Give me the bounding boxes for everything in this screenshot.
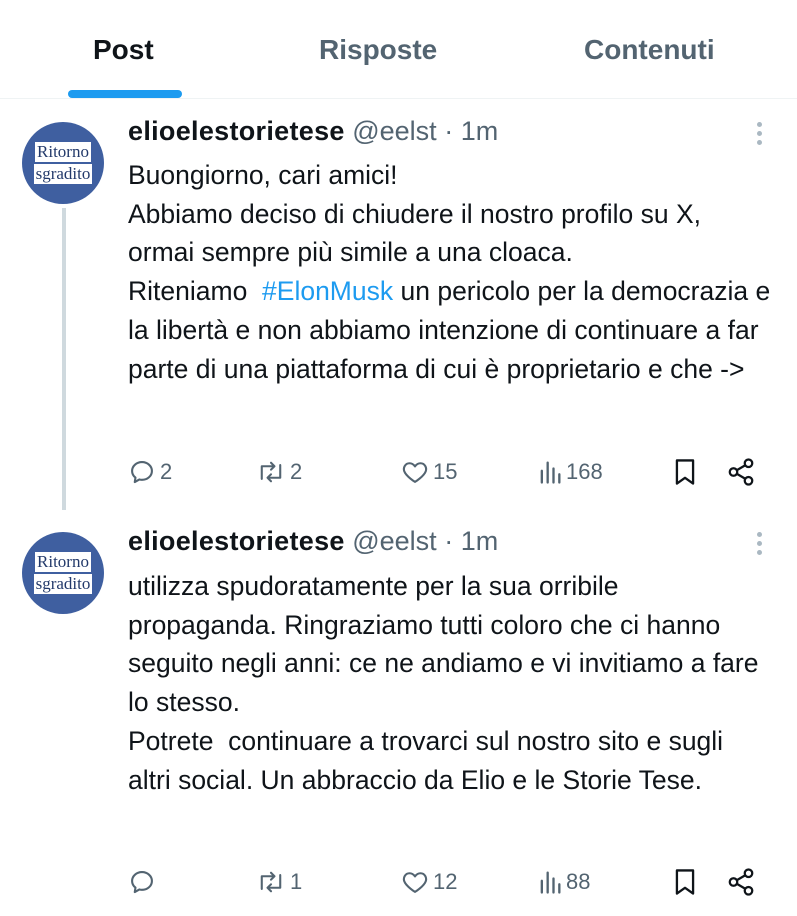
views-count: 88 — [566, 869, 591, 894]
author-handle[interactable]: @eelst — [352, 526, 436, 556]
tab-risposte[interactable]: Risposte — [319, 34, 437, 66]
share-button[interactable] — [726, 454, 756, 490]
avatar[interactable]: Ritorno sgradito — [22, 122, 104, 204]
like-count: 15 — [433, 459, 458, 484]
bookmark-button[interactable] — [672, 454, 698, 490]
views-button[interactable]: 88 — [538, 864, 590, 900]
views-button[interactable]: 168 — [538, 454, 603, 490]
share-button[interactable] — [726, 864, 756, 900]
tweet[interactable]: Ritorno sgradito elioelestorietese @eels… — [0, 98, 797, 516]
tweet-actions: 2 2 15 168 — [128, 454, 768, 490]
more-icon[interactable] — [757, 532, 763, 555]
repost-count: 2 — [290, 459, 303, 484]
timestamp[interactable]: 1m — [461, 526, 499, 556]
tweet-actions: 1 12 88 — [128, 864, 768, 900]
avatar-logo: Ritorno sgradito — [33, 142, 93, 184]
timestamp[interactable]: 1m — [461, 116, 499, 146]
profile-tabs: Post Risposte Contenuti — [0, 0, 797, 99]
tweet-text: utilizza spudoratamente per la sua orrib… — [128, 571, 759, 795]
share-icon — [728, 868, 754, 896]
separator-dot: · — [444, 526, 454, 556]
like-icon — [402, 872, 428, 893]
repost-icon — [260, 871, 282, 893]
more-icon[interactable] — [757, 122, 763, 145]
bookmark-button[interactable] — [672, 864, 698, 900]
tab-post[interactable]: Post — [93, 34, 154, 66]
like-button[interactable]: 15 — [401, 454, 457, 490]
separator-dot: · — [444, 116, 454, 146]
tab-contenuti[interactable]: Contenuti — [584, 34, 715, 66]
views-count: 168 — [566, 459, 603, 484]
like-count: 12 — [433, 869, 458, 894]
avatar[interactable]: Ritorno sgradito — [22, 532, 104, 614]
tweet-header: elioelestorietese @eelst · 1m — [128, 116, 498, 147]
like-button[interactable]: 12 — [401, 864, 457, 900]
repost-button[interactable]: 2 — [256, 454, 302, 490]
reply-button[interactable] — [128, 864, 160, 900]
tweet-header: elioelestorietese @eelst · 1m — [128, 526, 498, 557]
tweet[interactable]: Ritorno sgradito elioelestorietese @eels… — [0, 516, 797, 916]
reply-icon — [131, 461, 153, 484]
author-name[interactable]: elioelestorietese — [128, 116, 345, 146]
repost-icon — [260, 461, 282, 483]
repost-button[interactable]: 1 — [256, 864, 302, 900]
bookmark-icon — [675, 459, 695, 485]
reply-count: 2 — [160, 459, 173, 484]
active-tab-indicator — [68, 90, 182, 98]
reply-icon — [131, 871, 153, 894]
author-name[interactable]: elioelestorietese — [128, 526, 345, 556]
reply-button[interactable]: 2 — [128, 454, 172, 490]
repost-count: 1 — [290, 869, 303, 894]
views-icon — [540, 461, 561, 484]
author-handle[interactable]: @eelst — [352, 116, 436, 146]
like-icon — [402, 462, 428, 483]
bookmark-icon — [675, 869, 695, 895]
avatar-logo: Ritorno sgradito — [33, 552, 93, 594]
tweet-text: Buongiorno, cari amici! Abbiamo deciso d… — [128, 160, 778, 384]
views-icon — [540, 871, 561, 894]
thread-line — [62, 208, 66, 510]
share-icon — [728, 458, 754, 486]
hashtag-link[interactable]: #ElonMusk — [262, 276, 393, 306]
